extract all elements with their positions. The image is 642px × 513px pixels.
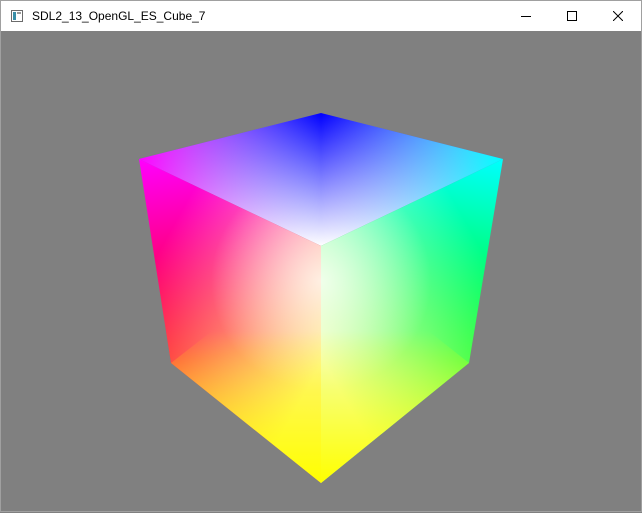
app-window-icon[interactable]: [11, 10, 23, 22]
close-button[interactable]: [595, 1, 641, 31]
opengl-viewport[interactable]: [1, 31, 641, 511]
rgb-color-cube: [139, 113, 503, 483]
title-bar[interactable]: SDL2_13_OpenGL_ES_Cube_7: [1, 1, 641, 31]
bottom-edge: [1, 509, 641, 513]
maximize-icon: [567, 11, 577, 21]
minimize-icon: [521, 16, 531, 17]
window-title: SDL2_13_OpenGL_ES_Cube_7: [32, 9, 206, 23]
close-icon: [613, 11, 623, 21]
app-window: SDL2_13_OpenGL_ES_Cube_7: [0, 0, 642, 512]
maximize-button[interactable]: [549, 1, 595, 31]
minimize-button[interactable]: [503, 1, 549, 31]
